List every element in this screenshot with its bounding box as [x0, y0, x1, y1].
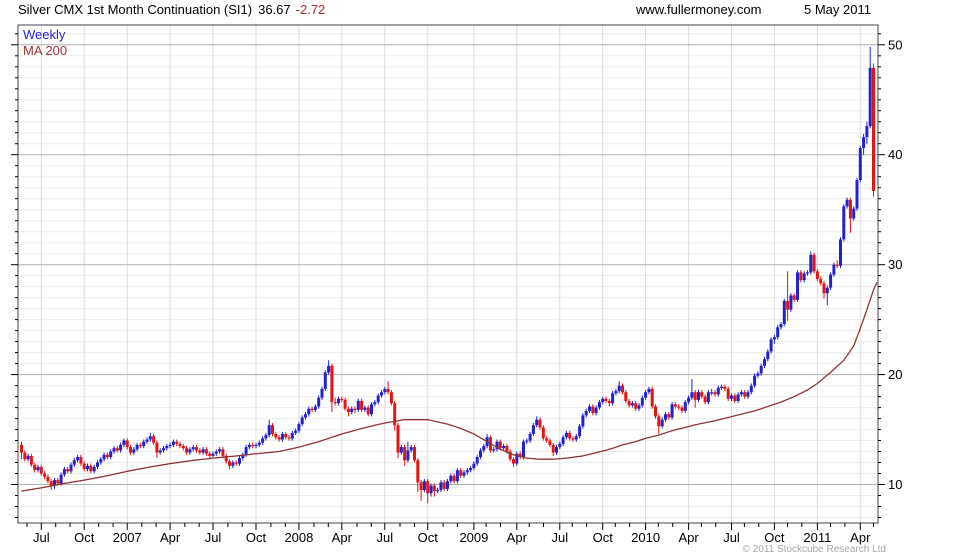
- x-axis-label: Jul: [205, 530, 222, 545]
- y-axis-label: 40: [888, 147, 902, 162]
- x-axis-label: Jul: [551, 530, 568, 545]
- copyright-notice: © 2011 Stockcube Research Ltd: [742, 544, 886, 555]
- x-axis-label: Oct: [246, 530, 267, 545]
- x-axis-label: Apr: [507, 530, 528, 545]
- x-axis-label: 2011: [803, 530, 831, 545]
- y-axis-label: 20: [888, 367, 902, 382]
- legend-ma200-label: MA 200: [23, 43, 68, 58]
- x-axis-label: Oct: [764, 530, 785, 545]
- ma200-line: [21, 281, 878, 492]
- x-axis-label: Apr: [850, 530, 871, 545]
- chart-window: Silver CMX 1st Month Continuation (SI1) 3…: [0, 0, 960, 560]
- x-axis-label: Oct: [74, 530, 95, 545]
- chart-legend: Weekly MA 200: [23, 27, 67, 59]
- x-axis-label: Oct: [418, 530, 439, 545]
- x-axis-label: 2007: [113, 530, 142, 545]
- x-axis-label: Oct: [593, 530, 614, 545]
- y-axis-label: 10: [888, 477, 902, 492]
- x-axis-label: Apr: [332, 530, 353, 545]
- price-chart-canvas: 10 20 30 40 50 Jul Oct 2007 Apr Jul Oct 2008 Apr Jul O…: [11, 24, 902, 545]
- x-axis-label: 2008: [284, 530, 313, 545]
- x-axis-label: Apr: [160, 530, 181, 545]
- x-axis-label: 2010: [631, 530, 660, 545]
- x-axis-label: Jul: [33, 530, 50, 545]
- y-axis-label: 50: [888, 37, 902, 52]
- legend-weekly-label: Weekly: [23, 27, 66, 42]
- x-axis-label: Jul: [723, 530, 740, 545]
- x-axis-label: 2009: [459, 530, 488, 545]
- y-axis-label: 30: [888, 257, 902, 272]
- x-axis-label: Jul: [376, 530, 393, 545]
- x-axis-label: Apr: [678, 530, 699, 545]
